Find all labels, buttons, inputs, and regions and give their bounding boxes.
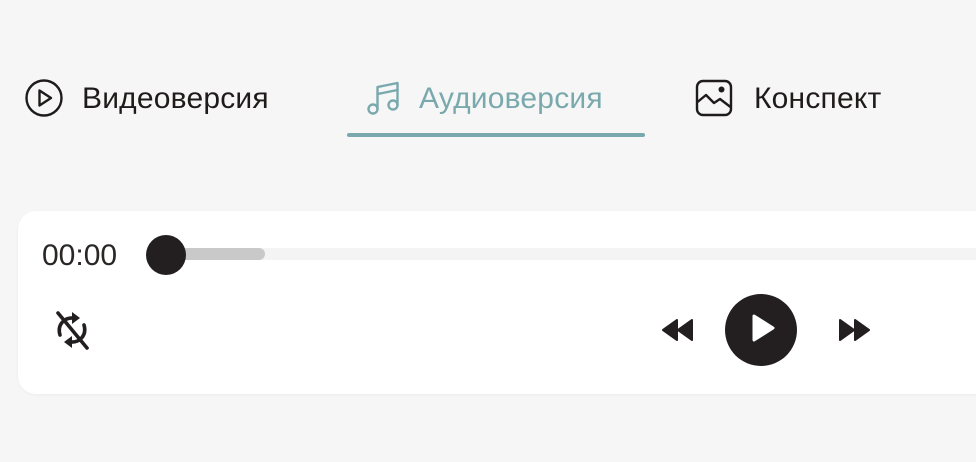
audio-player: 00:00 [18,211,976,394]
tab-video-label: Видеоверсия [82,82,269,115]
tab-notes[interactable]: Конспект [694,68,934,138]
tab-video[interactable]: Видеоверсия [24,68,304,138]
tab-audio[interactable]: Аудиоверсия [347,68,645,138]
fast-forward-button[interactable] [834,315,874,349]
active-tab-indicator [347,133,645,137]
progress-track[interactable] [165,248,976,260]
play-icon [746,313,776,348]
play-button[interactable] [725,294,797,366]
current-time: 00:00 [42,239,118,272]
rewind-icon [662,318,694,347]
music-note-icon [363,78,403,118]
content-tabs: Видеоверсия Аудиоверсия Конспект [0,68,976,138]
play-circle-icon [24,78,64,118]
repeat-toggle-button[interactable] [50,307,94,357]
fast-forward-icon [838,318,870,347]
tab-notes-label: Конспект [754,82,882,115]
rewind-button[interactable] [658,315,698,349]
progress-thumb[interactable] [146,235,186,275]
repeat-off-icon [50,305,94,360]
image-icon [694,78,734,118]
tab-audio-label: Аудиоверсия [419,82,603,115]
